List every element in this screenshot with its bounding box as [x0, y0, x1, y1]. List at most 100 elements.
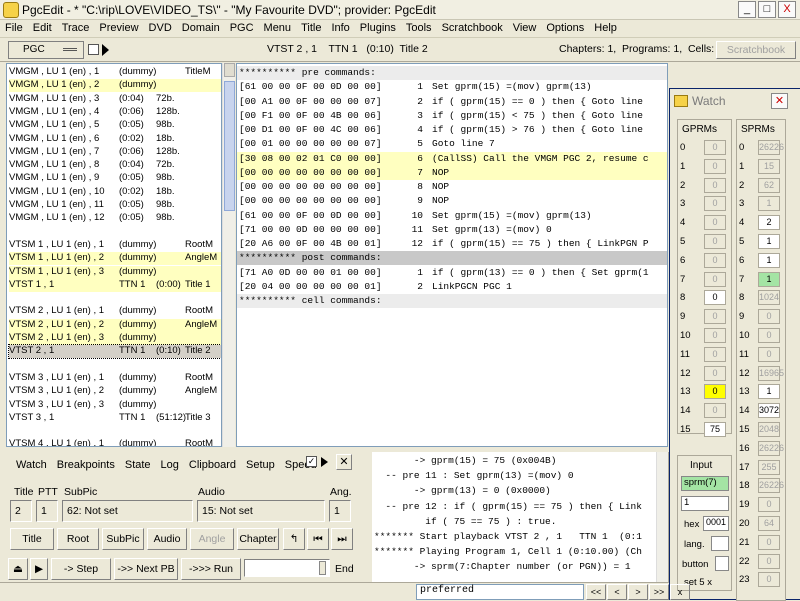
- maximize-button[interactable]: □: [758, 1, 776, 18]
- menu-tools[interactable]: Tools: [401, 20, 437, 34]
- subpic-value[interactable]: 62: Not set: [62, 500, 193, 522]
- sprms-value[interactable]: 3072: [758, 403, 780, 419]
- tab-state[interactable]: State: [119, 457, 155, 471]
- root-button[interactable]: Root: [57, 528, 99, 550]
- sprms-value[interactable]: 0: [758, 309, 780, 325]
- pgc-list-item[interactable]: VTSM 4 , LU 1 (en) , 1 (dummy) RootM: [9, 438, 221, 446]
- command-line[interactable]: [00 D1 00 0F 00 4C 00 06] 4 if ( gprm(15) …: [237, 123, 667, 137]
- log-scrollbar[interactable]: [656, 452, 668, 582]
- gprms-value[interactable]: 0: [704, 365, 726, 381]
- command-pane[interactable]: ********** pre commands: [61 00 00 0F 00 …: [236, 63, 668, 447]
- command-line[interactable]: [71 A0 0D 00 00 01 00 00] 1 if ( gprm(13) …: [237, 266, 667, 280]
- sprms-value[interactable]: 16965: [758, 365, 784, 381]
- menu-edit[interactable]: Edit: [28, 20, 57, 34]
- audio-button[interactable]: Audio: [147, 528, 187, 550]
- gprms-value[interactable]: 0: [704, 215, 726, 231]
- step-button[interactable]: -> Step: [51, 558, 111, 580]
- minimize-button[interactable]: _: [738, 1, 756, 18]
- panel-close-button[interactable]: ✕: [336, 454, 352, 470]
- sprms-value[interactable]: 1024: [758, 290, 780, 306]
- sprms-value[interactable]: 26226: [758, 440, 784, 456]
- menu-pgc[interactable]: PGC: [225, 20, 259, 34]
- menu-options[interactable]: Options: [541, 20, 589, 34]
- tab-log[interactable]: Log: [155, 457, 183, 471]
- menu-file[interactable]: File: [0, 20, 28, 34]
- gprms-value[interactable]: 0: [704, 177, 726, 193]
- lang-field[interactable]: [711, 536, 729, 551]
- menu-help[interactable]: Help: [589, 20, 622, 34]
- sprms-value[interactable]: 0: [758, 497, 780, 513]
- audio-value[interactable]: 15: Not set: [197, 500, 325, 522]
- menu-preview[interactable]: Preview: [94, 20, 143, 34]
- gprms-value[interactable]: 0: [704, 196, 726, 212]
- gprms-value[interactable]: 0: [704, 271, 726, 287]
- search-nav-button[interactable]: <<: [586, 584, 606, 600]
- pgc-list-item[interactable]: [9, 359, 221, 372]
- gprms-value[interactable]: 0: [704, 158, 726, 174]
- scroll-up-arrow-icon[interactable]: [224, 63, 235, 77]
- gprms-value[interactable]: 75: [704, 422, 726, 437]
- sprms-value[interactable]: 1: [758, 271, 780, 287]
- pgc-list[interactable]: VMGM , LU 1 (en) , 1 (dummy) TitleM VMGM , …: [6, 63, 222, 447]
- sprms-value[interactable]: 1: [758, 252, 780, 268]
- pgc-combo[interactable]: PGC: [8, 41, 84, 59]
- next-chapter-icon[interactable]: ⏭: [331, 528, 353, 550]
- pgc-list-item[interactable]: VTST 2 , 1 TTN 1 (0:10) Title 2: [8, 344, 221, 360]
- button-field[interactable]: [715, 556, 729, 571]
- menu-dvd[interactable]: DVD: [144, 20, 177, 34]
- pgc-list-item[interactable]: VMGM , LU 1 (en) , 1 (dummy) TitleM: [9, 66, 221, 79]
- gprms-value[interactable]: 0: [704, 290, 726, 306]
- search-nav-button[interactable]: x: [670, 584, 690, 600]
- pgc-list-item[interactable]: VTSM 2 , LU 1 (en) , 2 (dummy) AngleM: [9, 318, 221, 332]
- gprms-value[interactable]: 0: [704, 252, 726, 268]
- pgc-list-item[interactable]: VTSM 1 , LU 1 (en) , 2 (dummy) AngleM: [9, 252, 221, 266]
- search-nav-button[interactable]: >: [628, 584, 648, 600]
- pgc-list-item[interactable]: VTSM 3 , LU 1 (en) , 1 (dummy) RootM: [9, 372, 221, 385]
- command-line[interactable]: ********** cell commands:: [237, 294, 667, 308]
- slider-handle[interactable]: [319, 561, 326, 575]
- sprms-value[interactable]: 0: [758, 553, 780, 569]
- menu-view[interactable]: View: [508, 20, 542, 34]
- sprms-value[interactable]: 2048: [758, 422, 780, 437]
- pgc-list-item[interactable]: VTSM 2 , LU 1 (en) , 1 (dummy) RootM: [9, 305, 221, 318]
- sprms-value[interactable]: 0: [758, 346, 780, 362]
- close-button[interactable]: X: [778, 1, 796, 18]
- tab-watch[interactable]: Watch: [10, 457, 51, 471]
- pgc-list-item[interactable]: VMGM , LU 1 (en) , 12 (0:05) 98b.: [9, 212, 221, 225]
- gprms-value[interactable]: 0: [704, 403, 726, 419]
- pgc-list-item[interactable]: VMGM , LU 1 (en) , 11 (0:05) 98b.: [9, 199, 221, 212]
- eject-icon[interactable]: ⏏: [8, 558, 28, 580]
- run-button[interactable]: ->>> Run: [181, 558, 241, 580]
- command-line[interactable]: [00 00 00 00 00 00 00 00] 7 NOP: [237, 165, 667, 180]
- menu-trace[interactable]: Trace: [57, 20, 95, 34]
- next-pb-button[interactable]: ->> Next PB: [114, 558, 178, 580]
- pgc-list-item[interactable]: VMGM , LU 1 (en) , 2 (dummy): [9, 79, 221, 93]
- command-line[interactable]: ********** pre commands:: [237, 66, 667, 80]
- sprms-value[interactable]: 1: [758, 384, 780, 400]
- return-icon[interactable]: ↰: [283, 528, 305, 550]
- pgc-list-item[interactable]: VMGM , LU 1 (en) , 3 (0:04) 72b.: [9, 93, 221, 106]
- pgc-list-item[interactable]: VMGM , LU 1 (en) , 4 (0:06) 128b.: [9, 106, 221, 119]
- prev-chapter-icon[interactable]: ⏮: [307, 528, 329, 550]
- sprms-value[interactable]: 26226: [758, 140, 784, 155]
- menu-scratchbook[interactable]: Scratchbook: [437, 20, 508, 34]
- command-line[interactable]: [71 00 00 0D 00 00 00 00] 11 Set gprm(13) …: [237, 223, 667, 237]
- play-icon[interactable]: ▶: [30, 558, 48, 580]
- pgc-list-item[interactable]: VMGM , LU 1 (en) , 6 (0:02) 18b.: [9, 133, 221, 146]
- command-line[interactable]: [00 A1 00 0F 00 00 00 07] 2 if ( gprm(15) …: [237, 95, 667, 109]
- pgc-list-item[interactable]: [9, 292, 221, 305]
- gprms-value[interactable]: 0: [704, 346, 726, 362]
- search-nav-button[interactable]: <: [607, 584, 627, 600]
- pgc-list-item[interactable]: [9, 425, 221, 438]
- checkbox-checked[interactable]: ✓: [306, 456, 317, 467]
- hex-value[interactable]: 0001: [703, 516, 729, 531]
- gprms-value[interactable]: 0: [704, 328, 726, 343]
- sprms-value[interactable]: 62: [758, 177, 780, 193]
- menu-info[interactable]: Info: [326, 20, 354, 34]
- gprms-value[interactable]: 0: [704, 140, 726, 155]
- command-line[interactable]: [61 00 00 0F 00 0D 00 00] 10 Set gprm(15) …: [237, 209, 667, 223]
- angle-button[interactable]: Angle: [190, 528, 234, 550]
- pgc-list-item[interactable]: VTSM 3 , LU 1 (en) , 3 (dummy): [9, 399, 221, 412]
- menu-domain[interactable]: Domain: [177, 20, 225, 34]
- pgc-list-item[interactable]: VMGM , LU 1 (en) , 7 (0:06) 128b.: [9, 146, 221, 159]
